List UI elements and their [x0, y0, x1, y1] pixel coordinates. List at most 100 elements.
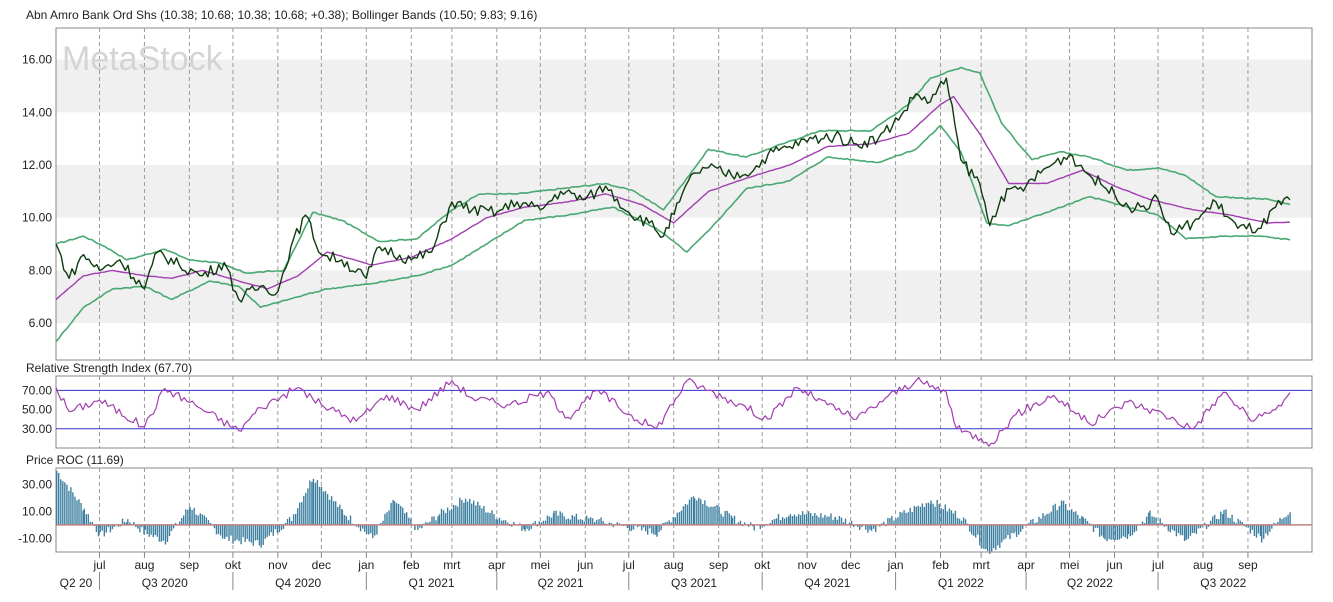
roc-bar [844, 518, 847, 525]
roc-bar [438, 514, 441, 525]
roc-bar [83, 508, 85, 525]
roc-bar [390, 502, 392, 525]
roc-bar [461, 500, 463, 525]
roc-bar [1135, 524, 1138, 531]
roc-bar [440, 508, 443, 525]
roc-bar [786, 517, 788, 525]
month-label: jul [622, 558, 635, 572]
roc-bar [806, 514, 808, 525]
roc-bar [1216, 519, 1218, 525]
roc-bar [788, 516, 790, 525]
roc-bar [463, 502, 465, 525]
roc-bar [464, 498, 467, 525]
month-label: jun [1106, 558, 1123, 572]
roc-bar [718, 506, 720, 525]
roc-bar [1100, 524, 1103, 536]
roc-bar [600, 517, 602, 525]
roc-bar [158, 524, 161, 542]
roc-bar [1285, 516, 1287, 525]
roc-bar [971, 524, 973, 535]
roc-title: Price ROC (11.69) [26, 453, 124, 467]
roc-bar [1005, 524, 1007, 539]
roc-bar [105, 524, 107, 533]
roc-bar [591, 518, 594, 525]
roc-bar [343, 515, 346, 525]
roc-bar [469, 498, 471, 525]
roc-bar [700, 499, 702, 525]
roc-bar [495, 519, 497, 525]
roc-bar [244, 524, 246, 542]
roc-bar [923, 507, 926, 525]
roc-bar [62, 481, 64, 525]
roc-bar [397, 504, 400, 525]
roc-bar [481, 508, 483, 525]
roc-bar [822, 517, 824, 525]
roc-bar [733, 515, 736, 525]
roc-bar [187, 509, 189, 525]
price-tick-label: 8.00 [29, 263, 53, 277]
roc-bar [1110, 524, 1112, 540]
roc-bar [897, 517, 899, 525]
roc-bar [710, 506, 712, 525]
roc-bar [808, 511, 810, 525]
roc-bar [581, 519, 584, 525]
roc-bar [1052, 505, 1054, 525]
roc-bar [183, 515, 185, 525]
roc-tick-label: -10.00 [18, 531, 52, 545]
roc-bar [789, 514, 792, 525]
roc-bar [997, 524, 999, 546]
roc-bar [1044, 515, 1046, 525]
roc-bar [1214, 514, 1216, 525]
roc-bar [109, 524, 112, 533]
roc-bar [724, 510, 726, 525]
roc-bar [195, 514, 197, 525]
roc-bar [85, 514, 87, 525]
roc-bar [775, 518, 778, 525]
roc-bar [139, 524, 141, 533]
roc-bar [330, 496, 333, 525]
roc-bar [164, 524, 167, 545]
roc-bar [193, 507, 195, 525]
roc-bar [919, 506, 922, 525]
roc-bar [477, 501, 479, 525]
roc-bar [1131, 524, 1134, 536]
roc-bar [645, 524, 647, 532]
month-label: okt [754, 558, 771, 572]
roc-bar [152, 524, 154, 538]
month-label: dec [841, 558, 860, 572]
price-tick-label: 16.00 [22, 53, 52, 67]
roc-bar [262, 524, 264, 545]
roc-bar [801, 511, 804, 525]
roc-bar [1050, 511, 1052, 525]
roc-bar [777, 514, 780, 525]
roc-bar [899, 511, 901, 525]
roc-bar [1030, 519, 1032, 525]
roc-bar [783, 518, 786, 525]
roc-tick-label: 30.00 [22, 477, 52, 491]
roc-bar [1020, 524, 1022, 532]
roc-bar [680, 510, 683, 525]
roc-bar [1038, 516, 1040, 525]
roc-bar [312, 478, 315, 525]
roc-bar [246, 524, 248, 539]
roc-bar [264, 524, 266, 539]
roc-bar [1191, 524, 1194, 533]
roc-bar [228, 524, 230, 541]
roc-bar [561, 512, 563, 525]
roc-bar [936, 499, 938, 525]
roc-bar [66, 484, 68, 525]
roc-bar [1175, 524, 1178, 537]
roc-bar [1155, 517, 1157, 525]
roc-bar [722, 516, 724, 525]
roc-bar [307, 488, 309, 525]
roc-bar [1062, 500, 1065, 525]
roc-bar [1267, 524, 1269, 536]
roc-bar [1069, 510, 1071, 525]
roc-bar [258, 524, 261, 546]
roc-bar [573, 516, 576, 525]
roc-bar [1018, 524, 1020, 535]
roc-bar [830, 513, 832, 525]
roc-bar [907, 512, 909, 525]
roc-bar [1153, 517, 1155, 525]
roc-bar [1222, 514, 1224, 525]
